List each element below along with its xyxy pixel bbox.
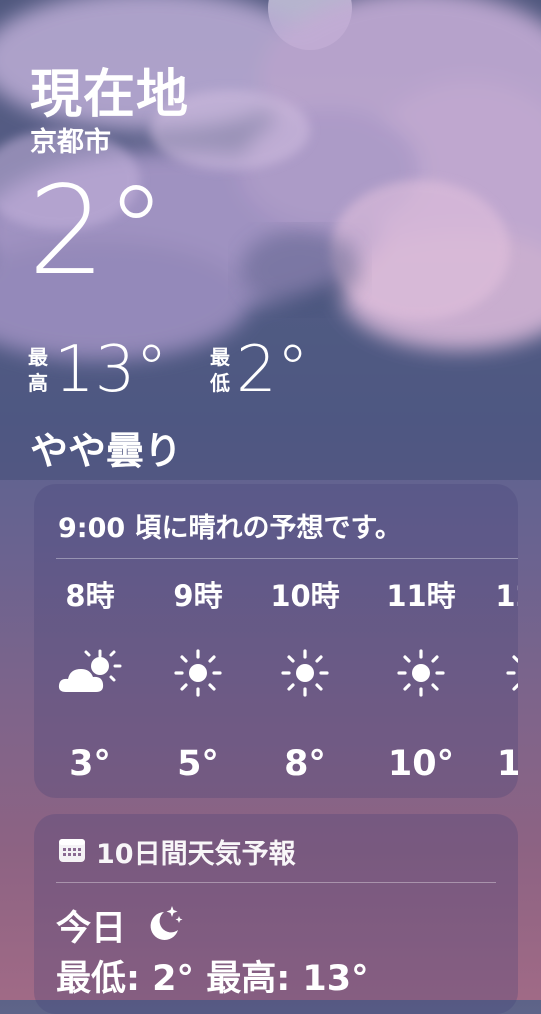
sun-icon xyxy=(371,638,471,708)
sun-icon xyxy=(255,638,355,708)
location-title: 現在地 xyxy=(30,65,190,125)
low-temperature: 最 低 2° xyxy=(210,338,309,402)
current-temperature: 2° xyxy=(28,160,167,302)
calendar-icon xyxy=(58,837,86,867)
divider xyxy=(56,558,518,559)
moon-stars-icon xyxy=(144,904,184,948)
hour-item: 8時 3° xyxy=(40,576,140,784)
today-min-max: 最低: 2° 最高: 13° xyxy=(56,959,369,999)
hour-item: 9時 5° xyxy=(148,576,248,784)
ten-day-forecast-card[interactable]: 10日間天気予報 今日 最低: 2° 最高: 13° xyxy=(34,814,518,1014)
partly-cloudy-icon xyxy=(40,638,140,708)
ten-day-title: 10日間天気予報 xyxy=(96,839,296,870)
low-value: 2° xyxy=(236,333,309,407)
hourly-summary: 9:00 頃に晴れの予想です。 xyxy=(58,513,402,544)
sun-icon xyxy=(480,638,518,708)
hour-item: 10時 8° xyxy=(255,576,355,784)
high-temperature: 最 高 13° xyxy=(28,338,167,402)
high-label: 最 高 xyxy=(28,345,48,395)
hourly-scroll[interactable]: 8時 3° 9時 5° 10時 8° 11時 10° 1 1 xyxy=(34,576,518,796)
hourly-forecast-card[interactable]: 9:00 頃に晴れの予想です。 8時 3° 9時 5° 10時 8° 11時 1… xyxy=(34,484,518,798)
hour-item: 12時 11° xyxy=(480,576,518,784)
forecast-row-today[interactable]: 今日 xyxy=(56,900,184,951)
hour-item: 11時 10° xyxy=(371,576,471,784)
low-label: 最 低 xyxy=(210,345,230,395)
divider xyxy=(56,882,496,883)
high-value: 13° xyxy=(54,333,168,407)
weather-condition: やや曇り xyxy=(30,429,183,473)
city-name: 京都市 xyxy=(30,127,111,158)
ten-day-header: 10日間天気予報 xyxy=(58,832,296,871)
day-label: 今日 xyxy=(56,909,127,949)
sun-icon xyxy=(148,638,248,708)
